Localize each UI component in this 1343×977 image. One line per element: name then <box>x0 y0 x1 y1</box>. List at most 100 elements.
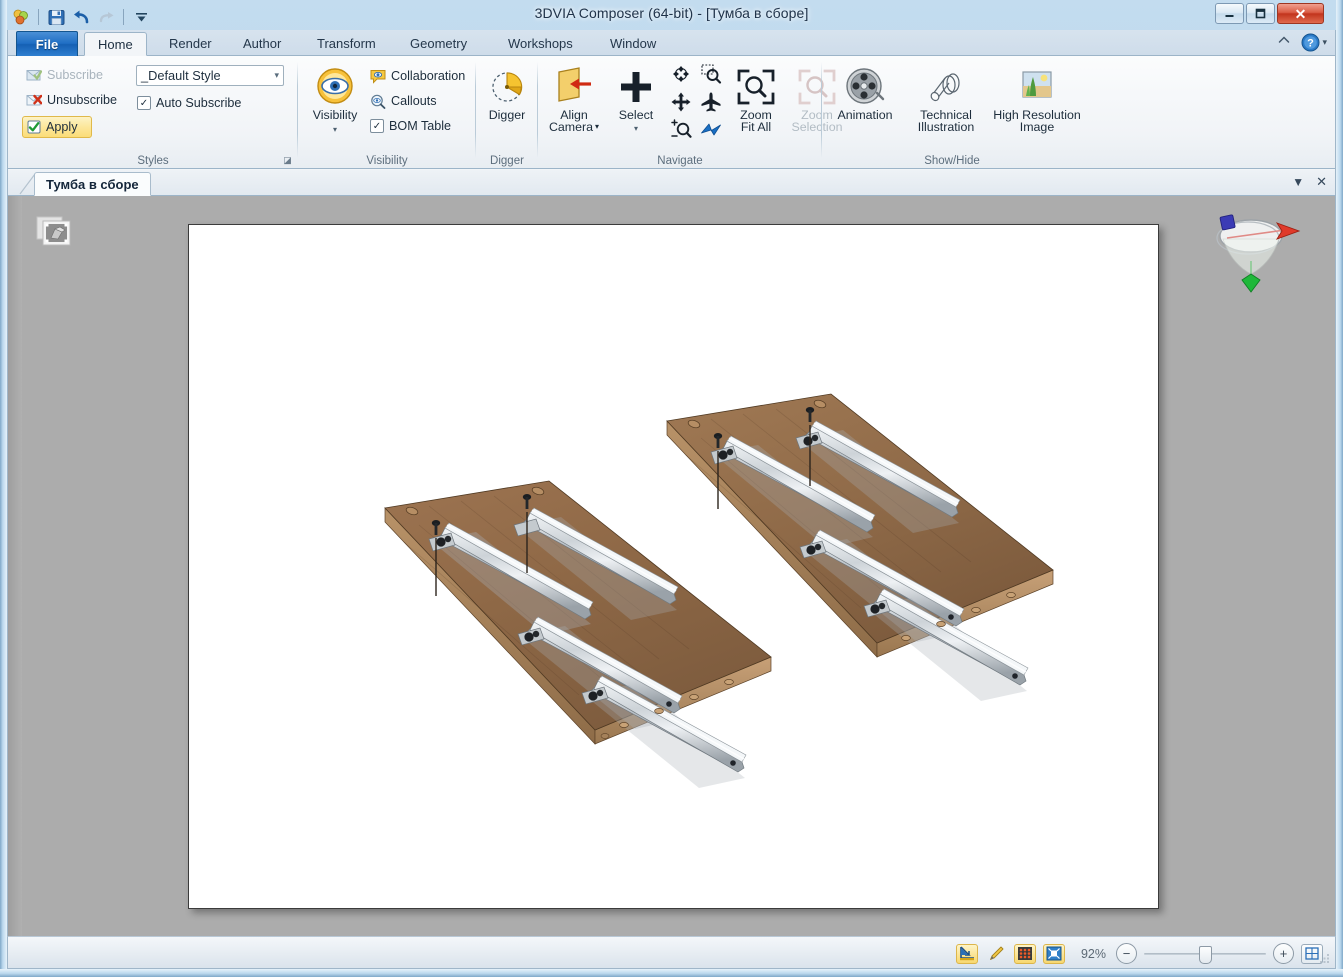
work-area <box>7 196 1336 936</box>
high-resolution-image-button[interactable]: High Resolution Image <box>990 64 1084 133</box>
collaboration-label: Collaboration <box>391 69 466 83</box>
window-border-bottom <box>0 969 1343 977</box>
close-button[interactable]: ✕ <box>1277 3 1324 24</box>
apply-label: Apply <box>46 120 78 134</box>
select-button[interactable]: Select ▾ <box>610 64 662 135</box>
tab-transform[interactable]: Transform <box>304 32 389 56</box>
zoom-slider[interactable] <box>1144 945 1266 964</box>
status-bar: 92% − + <box>7 936 1336 969</box>
ribbon-group-visibility: Visibility ▾ Collaboration Callouts ✓ BO… <box>298 56 476 168</box>
3d-model-render <box>189 225 1158 908</box>
document-tab-strip: Тумба в сборе ▼ ✕ <box>7 170 1336 196</box>
apply-icon <box>27 120 41 134</box>
help-dropdown-caret: ▾ <box>1322 37 1327 47</box>
align-camera-button[interactable]: Align Camera ▾ <box>542 64 606 133</box>
fit-view-button[interactable] <box>1043 943 1065 964</box>
minimize-icon <box>1225 15 1234 17</box>
tab-window[interactable]: Window <box>597 32 669 56</box>
high-resolution-image-icon <box>1016 64 1058 106</box>
document-tab-active[interactable]: Тумба в сборе <box>34 172 151 196</box>
align-camera-label-2: Camera <box>548 120 594 134</box>
ribbon: File Home Render Author Transform Geomet… <box>7 30 1336 170</box>
visibility-button[interactable]: Visibility ▾ <box>304 64 366 136</box>
apply-button[interactable]: Apply <box>22 116 92 138</box>
select-label: Select <box>618 108 654 122</box>
zoom-out-button[interactable]: − <box>1116 943 1137 964</box>
tab-render[interactable]: Render <box>156 32 225 56</box>
zoom-out-icon: − <box>1122 946 1131 961</box>
snap-to-grid-button[interactable] <box>956 943 978 964</box>
status-bar-right: 92% − + <box>956 937 1323 970</box>
unsubscribe-button[interactable]: Unsubscribe <box>22 89 121 111</box>
snap-to-grid-icon <box>960 946 974 961</box>
styles-dialog-launcher[interactable]: ◪ <box>282 155 293 166</box>
zoom-slider-handle[interactable] <box>1199 945 1212 964</box>
technical-illustration-icon <box>923 64 969 106</box>
minimize-ribbon-icon[interactable] <box>1277 33 1291 52</box>
collaboration-button[interactable]: Collaboration <box>366 65 469 87</box>
svg-text:?: ? <box>1308 38 1315 50</box>
bom-table-checkbox[interactable]: ✓ BOM Table <box>366 115 469 137</box>
ribbon-group-navigate: Align Camera ▾ Select ▾ Zoom Fit All Zoo… <box>538 56 842 168</box>
ribbon-right-controls: ? ▾ <box>1277 33 1327 52</box>
zoom-fit-all-label-2: Fit All <box>740 120 772 134</box>
help-icon: ? <box>1301 33 1320 52</box>
visibility-caret-icon: ▾ <box>332 125 337 134</box>
close-icon: ✕ <box>1294 5 1307 22</box>
fit-page-icon <box>1305 947 1319 960</box>
assembly-thumbnail[interactable] <box>36 212 74 250</box>
3d-viewport[interactable] <box>188 224 1159 909</box>
group-label-visibility: Visibility <box>366 155 408 167</box>
callouts-button[interactable]: Callouts <box>366 90 469 112</box>
unsubscribe-icon <box>26 94 42 106</box>
callouts-label: Callouts <box>391 94 437 108</box>
rotate-icon[interactable] <box>670 63 692 90</box>
animation-label: Animation <box>837 108 893 122</box>
collaboration-icon <box>370 69 386 84</box>
help-button[interactable]: ? ▾ <box>1301 33 1327 52</box>
chevron-down-icon: ▾ <box>274 70 279 80</box>
paint-tool-button[interactable] <box>985 944 1007 964</box>
minimize-button[interactable] <box>1215 3 1244 24</box>
animation-reel-icon <box>844 64 886 106</box>
tab-author[interactable]: Author <box>230 32 294 56</box>
group-label-showhide: Show/Hide <box>924 155 980 167</box>
technical-illustration-label-2: Illustration <box>917 120 975 134</box>
walk-icon[interactable] <box>700 119 722 146</box>
document-tab-list-icon[interactable]: ▼ <box>1292 175 1304 189</box>
view-compass[interactable] <box>1207 206 1307 301</box>
tab-workshops[interactable]: Workshops <box>495 32 586 56</box>
ribbon-tab-strip: File Home Render Author Transform Geomet… <box>8 30 1335 56</box>
auto-subscribe-checkbox[interactable]: ✓ Auto Subscribe <box>136 92 284 114</box>
paint-brush-icon <box>990 946 1004 960</box>
pan-icon[interactable] <box>670 91 692 118</box>
ribbon-group-digger: Digger Digger <box>476 56 538 168</box>
fly-icon[interactable] <box>700 91 722 118</box>
subscribe-button[interactable]: Subscribe <box>22 64 121 86</box>
ribbon-group-showhide: Animation Technical Illustration High Re… <box>822 56 1082 168</box>
maximize-button[interactable] <box>1246 3 1275 24</box>
technical-illustration-button[interactable]: Technical Illustration <box>906 64 986 133</box>
subscribe-label: Subscribe <box>47 68 104 82</box>
animation-button[interactable]: Animation <box>828 64 902 122</box>
group-label-styles: Styles <box>137 155 169 167</box>
maximize-icon <box>1255 8 1266 19</box>
tab-geometry[interactable]: Geometry <box>397 32 480 56</box>
eye-icon <box>315 64 355 106</box>
style-dropdown[interactable]: _Default Style ▾ <box>136 65 284 86</box>
window-resize-grip[interactable] <box>1318 952 1331 965</box>
zoom-fit-all-button[interactable]: Zoom Fit All <box>730 64 782 133</box>
auto-subscribe-check-icon: ✓ <box>137 96 151 110</box>
zoom-in-out-icon[interactable] <box>670 118 692 146</box>
zoom-window-icon[interactable] <box>700 63 722 90</box>
zoom-percent-label: 92% <box>1080 946 1106 961</box>
tab-home[interactable]: Home <box>84 32 147 56</box>
application-window: 3DVIA Composer (64-bit) - [Тумба в сборе… <box>0 0 1343 977</box>
ribbon-body: Subscribe Unsubscribe Apply _Default Sty… <box>8 56 1335 169</box>
grid-button[interactable] <box>1014 943 1036 964</box>
tab-file[interactable]: File <box>16 31 78 56</box>
digger-button[interactable]: Digger <box>476 64 538 122</box>
document-tab-close-icon[interactable]: ✕ <box>1316 174 1327 190</box>
zoom-in-button[interactable]: + <box>1273 943 1294 964</box>
digger-label: Digger <box>488 108 526 122</box>
